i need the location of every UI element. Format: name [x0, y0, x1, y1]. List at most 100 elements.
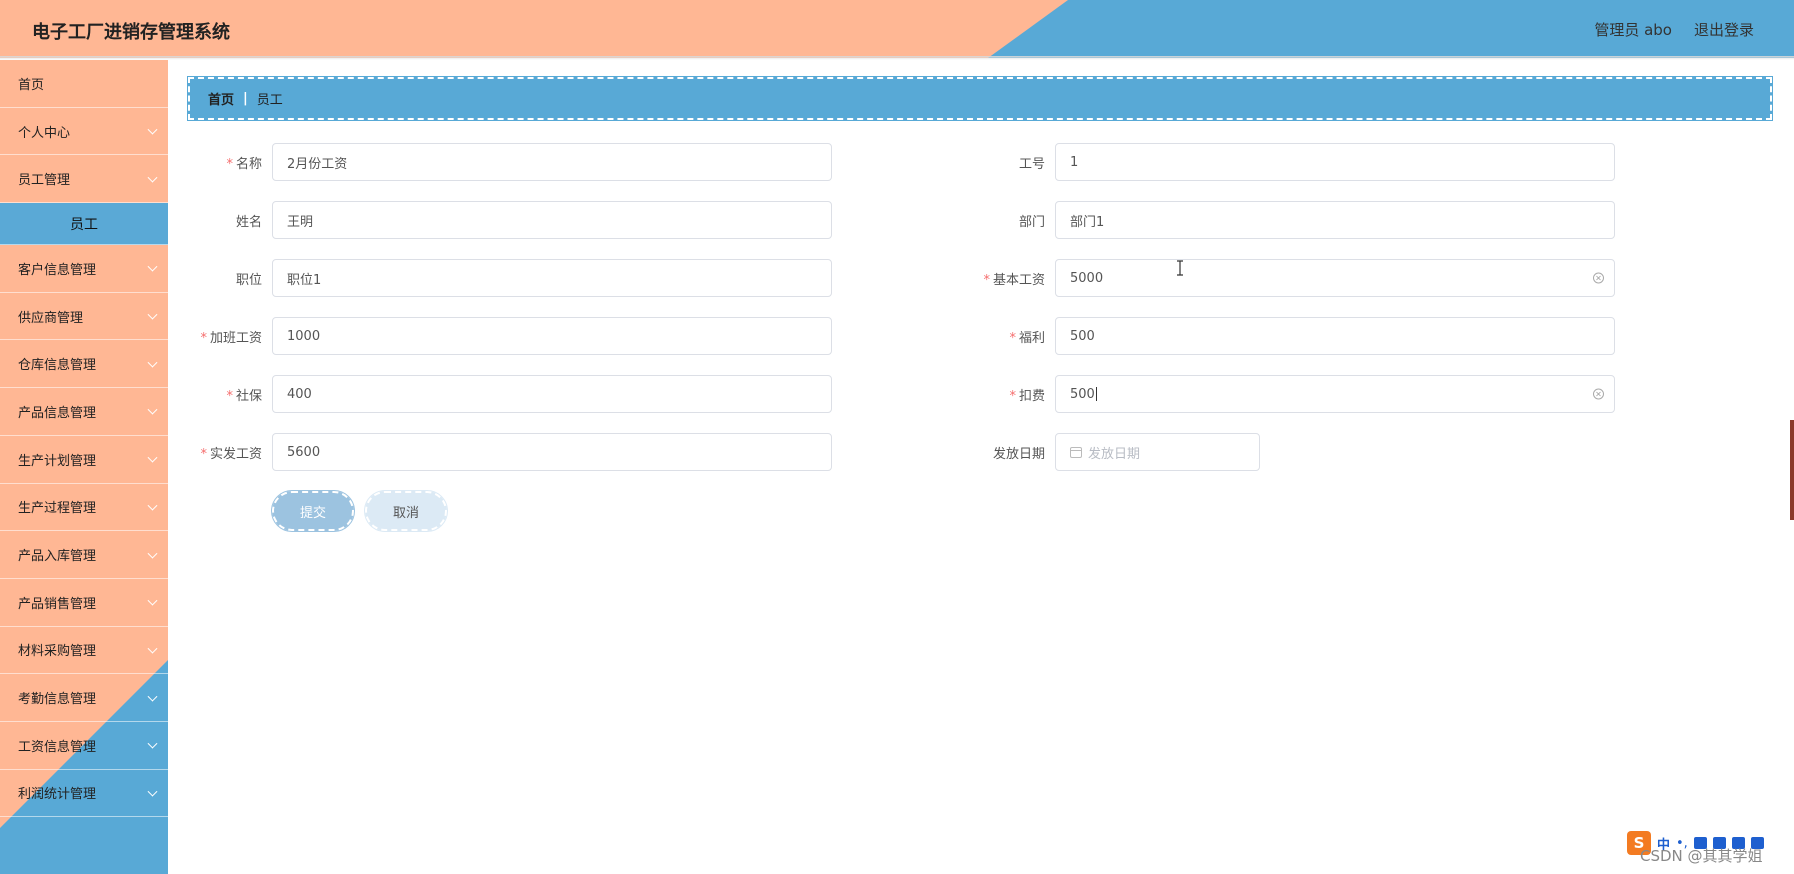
cancel-button[interactable]: 取消 [364, 490, 448, 532]
sidebar-item-label: 产品入库管理 [18, 549, 97, 565]
sidebar-item-personal-center[interactable]: 个人中心 [0, 108, 168, 156]
text-cursor-icon [1177, 260, 1183, 276]
breadcrumb: 首页 | 员工 [187, 76, 1773, 121]
sidebar-item-label: 客户信息管理 [18, 262, 97, 278]
sidebar-item-label: 产品信息管理 [18, 405, 97, 421]
sidebar-item-production-plan[interactable]: 生产计划管理 [0, 436, 168, 484]
form-row-department: 部门 部门1 [955, 201, 1615, 239]
position-input[interactable]: 职位1 [272, 259, 832, 297]
sidebar-item-home[interactable]: 首页 [0, 60, 168, 108]
sidebar-item-label: 产品销售管理 [18, 596, 97, 612]
required-mark: * [226, 156, 233, 172]
overtime-pay-input[interactable]: 1000 [272, 317, 832, 355]
sidebar-item-product-stock-in[interactable]: 产品入库管理 [0, 531, 168, 579]
chevron-down-icon [147, 124, 158, 135]
breadcrumb-home[interactable]: 首页 [208, 89, 234, 108]
name-label: * 名称 [226, 156, 262, 172]
required-mark: * [226, 388, 233, 404]
required-mark: * [1009, 330, 1016, 346]
calendar-icon [1070, 446, 1082, 458]
form-row-benefits: * 福利 500 [955, 317, 1615, 355]
sidebar: 首页 个人中心 员工管理 员工 客户信息管理 供应商管理 仓库信息管理 产品信息… [0, 60, 168, 874]
text-caret [1095, 387, 1097, 401]
breadcrumb-current: 员工 [256, 93, 283, 108]
logout-button[interactable]: 退出登录 [1694, 19, 1754, 40]
net-pay-label: * 实发工资 [200, 446, 262, 462]
employee-no-input[interactable]: 1 [1055, 143, 1615, 181]
sidebar-item-profit-stats[interactable]: 利润统计管理 [0, 770, 168, 818]
base-salary-label: * 基本工资 [983, 272, 1045, 288]
top-header: 电子工厂进销存管理系统 管理员 abo 退出登录 [0, 0, 1794, 58]
sidebar-subitem-employee[interactable]: 员工 [0, 203, 168, 246]
clear-icon[interactable]: × [1593, 388, 1604, 400]
form-row-base-salary: * 基本工资 5000 × [955, 259, 1615, 297]
required-mark: * [983, 272, 990, 288]
clear-icon[interactable]: × [1593, 272, 1604, 284]
sidebar-item-material-purchase[interactable]: 材料采购管理 [0, 627, 168, 675]
sidebar-item-label: 考勤信息管理 [18, 692, 97, 708]
sidebar-item-label: 首页 [18, 77, 45, 93]
required-mark: * [200, 330, 207, 346]
social-security-input[interactable]: 400 [272, 375, 832, 413]
full-name-label: 姓名 [235, 214, 262, 230]
header-shadow [0, 56, 1794, 60]
chevron-down-icon [147, 738, 158, 749]
sidebar-item-label: 员工 [70, 216, 98, 233]
form-row-net-pay: * 实发工资 5600 [172, 433, 832, 471]
chevron-down-icon [147, 500, 158, 511]
sidebar-item-production-process[interactable]: 生产过程管理 [0, 484, 168, 532]
form-row-social-security: * 社保 400 [172, 375, 832, 413]
form-row-pay-date: 发放日期 发放日期 [955, 433, 1260, 471]
deduction-input[interactable]: 500 × [1055, 375, 1615, 413]
form-row-full-name: 姓名 王明 [172, 201, 832, 239]
sidebar-item-warehouse[interactable]: 仓库信息管理 [0, 340, 168, 389]
chevron-down-icon [147, 262, 158, 272]
pay-date-placeholder: 发放日期 [1088, 446, 1141, 462]
chevron-down-icon [147, 172, 158, 183]
chevron-down-icon [147, 643, 158, 654]
required-mark: * [1009, 388, 1016, 404]
sidebar-item-label: 生产计划管理 [18, 453, 97, 469]
sidebar-item-employee-management[interactable]: 员工管理 [0, 155, 168, 204]
form-row-position: 职位 职位1 [172, 259, 832, 297]
admin-user-label[interactable]: 管理员 abo [1594, 19, 1672, 40]
sidebar-item-salary[interactable]: 工资信息管理 [0, 722, 168, 770]
chevron-down-icon [147, 548, 158, 559]
app-title: 电子工厂进销存管理系统 [32, 22, 230, 43]
sidebar-item-label: 工资信息管理 [18, 739, 97, 755]
sidebar-item-supplier[interactable]: 供应商管理 [0, 293, 168, 341]
department-label: 部门 [1018, 214, 1045, 230]
form-row-employee-no: 工号 1 [955, 143, 1615, 181]
submit-button[interactable]: 提交 [271, 490, 355, 532]
sidebar-item-label: 生产过程管理 [18, 501, 97, 517]
benefits-input[interactable]: 500 [1055, 317, 1615, 355]
full-name-input[interactable]: 王明 [272, 201, 832, 239]
breadcrumb-separator: | [243, 91, 248, 106]
overtime-pay-label: * 加班工资 [200, 330, 262, 346]
sidebar-item-label: 材料采购管理 [18, 644, 97, 660]
pay-date-label: 发放日期 [992, 446, 1045, 462]
sidebar-item-product-sales[interactable]: 产品销售管理 [0, 579, 168, 627]
sidebar-item-label: 仓库信息管理 [18, 358, 97, 374]
sidebar-item-customer-info[interactable]: 客户信息管理 [0, 245, 168, 293]
department-input[interactable]: 部门1 [1055, 201, 1615, 239]
chevron-down-icon [147, 691, 158, 702]
form-row-overtime-pay: * 加班工资 1000 [172, 317, 832, 355]
sidebar-item-product-info[interactable]: 产品信息管理 [0, 388, 168, 436]
chevron-down-icon [147, 309, 158, 320]
base-salary-input[interactable]: 5000 × [1055, 259, 1615, 297]
sidebar-item-label: 个人中心 [18, 125, 71, 141]
chevron-down-icon [147, 357, 158, 368]
deduction-label: * 扣费 [1009, 388, 1045, 404]
pay-date-picker[interactable]: 发放日期 [1055, 433, 1260, 471]
sidebar-item-attendance[interactable]: 考勤信息管理 [0, 674, 168, 722]
sidebar-item-label: 利润统计管理 [18, 787, 97, 803]
net-pay-input[interactable]: 5600 [272, 433, 832, 471]
header-background [0, 0, 1794, 58]
watermark: CSDN @其其学姐 [1640, 847, 1763, 865]
chevron-down-icon [147, 405, 158, 416]
name-input[interactable]: 2月份工资 [272, 143, 832, 181]
chevron-down-icon [147, 595, 158, 606]
sidebar-item-label: 员工管理 [18, 173, 71, 189]
employee-no-label: 工号 [1018, 156, 1045, 172]
